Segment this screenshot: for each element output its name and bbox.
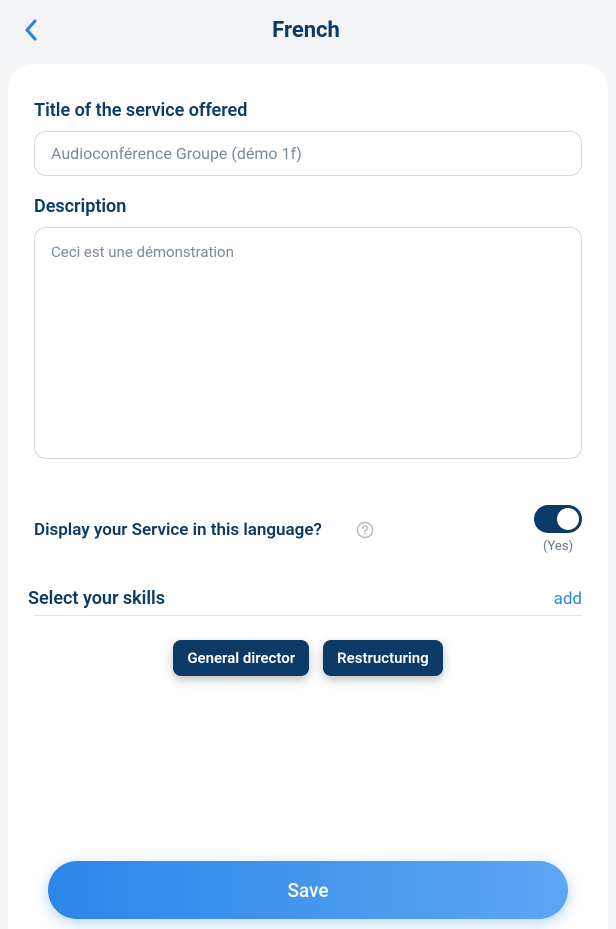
- skills-label: Select your skills: [28, 588, 165, 609]
- description-label: Description: [34, 196, 582, 217]
- skills-chips: General director Restructuring: [34, 640, 582, 676]
- skills-header: Select your skills add: [34, 588, 582, 616]
- toggle-knob: [557, 508, 579, 530]
- title-field-group: Title of the service offered: [34, 100, 582, 176]
- toggle-state-text: (Yes): [543, 539, 573, 554]
- skill-chip[interactable]: General director: [173, 640, 309, 676]
- title-input[interactable]: [34, 131, 582, 176]
- display-toggle-label: Display your Service in this language?: [34, 520, 322, 540]
- display-toggle-row: Display your Service in this language? (…: [34, 505, 582, 554]
- description-textarea[interactable]: Ceci est une démonstration: [34, 227, 582, 459]
- add-skill-link[interactable]: add: [554, 589, 582, 609]
- form-card: Title of the service offered Description…: [8, 64, 608, 929]
- page-title: French: [20, 18, 592, 43]
- header: French: [0, 0, 616, 60]
- skill-chip[interactable]: Restructuring: [323, 640, 443, 676]
- title-label: Title of the service offered: [34, 100, 582, 121]
- save-button[interactable]: Save: [48, 861, 568, 919]
- description-field-group: Description Ceci est une démonstration: [34, 196, 582, 463]
- help-icon[interactable]: [356, 521, 374, 539]
- display-toggle[interactable]: [534, 505, 582, 533]
